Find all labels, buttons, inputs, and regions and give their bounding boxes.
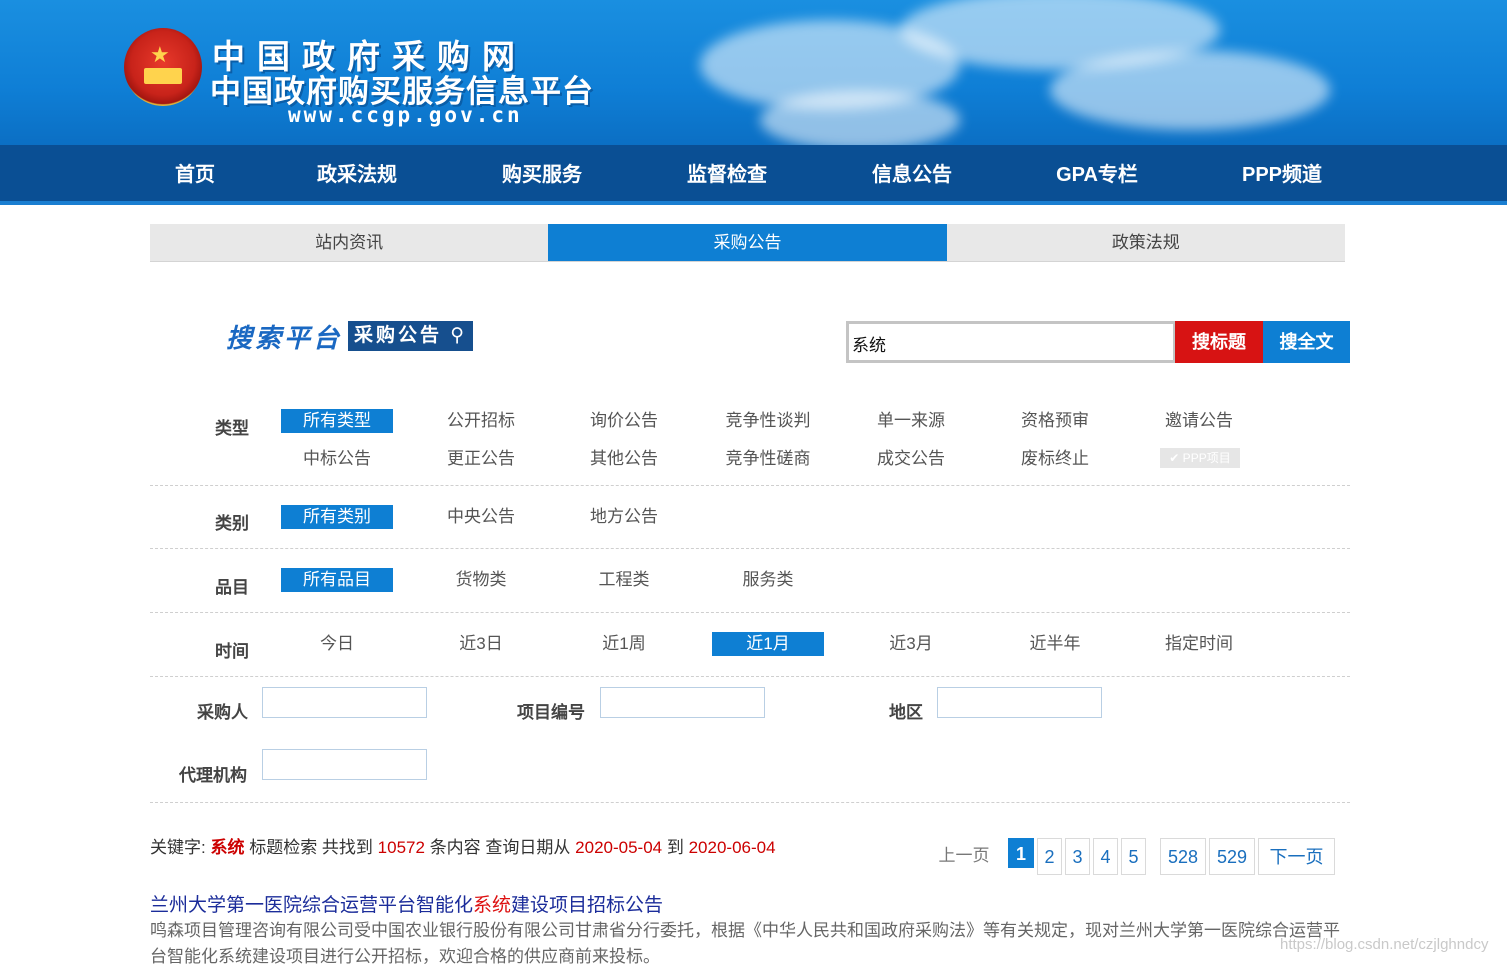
- date-from: 2020-05-04: [575, 838, 663, 857]
- time-option[interactable]: 近3日: [425, 632, 537, 656]
- result-keyword: 系统: [210, 838, 245, 857]
- type-option[interactable]: 单一来源: [855, 409, 967, 433]
- type-option[interactable]: 资格预审: [999, 409, 1111, 433]
- region-input[interactable]: [937, 687, 1102, 718]
- time-option[interactable]: 近半年: [999, 632, 1111, 656]
- type-option[interactable]: 所有类型: [281, 409, 393, 433]
- type-option[interactable]: 公开招标: [425, 409, 537, 433]
- type-option[interactable]: 成交公告: [855, 447, 967, 471]
- buyer-label: 采购人: [197, 703, 248, 722]
- agency-input[interactable]: [262, 749, 427, 780]
- tab-site-news[interactable]: 站内资讯: [150, 224, 549, 262]
- item-option[interactable]: 服务类: [712, 568, 824, 592]
- time-option[interactable]: 近1月: [712, 632, 824, 656]
- pager-page[interactable]: 5: [1121, 838, 1146, 875]
- nav-supervision[interactable]: 监督检查: [662, 145, 792, 205]
- national-emblem-icon: ★: [124, 28, 202, 106]
- search-title-button[interactable]: 搜标题: [1175, 321, 1263, 363]
- watermark: https://blog.csdn.net/czjlghndcy: [1280, 936, 1489, 953]
- date-to: 2020-06-04: [688, 838, 776, 857]
- tab-policies[interactable]: 政策法规: [946, 224, 1345, 262]
- divider: [150, 802, 1350, 803]
- pager-page[interactable]: 2: [1037, 838, 1062, 875]
- type-option[interactable]: 其他公告: [568, 447, 680, 471]
- item-option[interactable]: 货物类: [425, 568, 537, 592]
- time-option[interactable]: 今日: [281, 632, 393, 656]
- time-option[interactable]: 近3月: [855, 632, 967, 656]
- filter-time-label: 时间: [215, 642, 249, 661]
- result-count: 10572: [377, 838, 425, 857]
- site-url: www.ccgp.gov.cn: [288, 103, 523, 127]
- category-option[interactable]: 地方公告: [568, 505, 680, 529]
- category-option[interactable]: 中央公告: [425, 505, 537, 529]
- time-option[interactable]: 近1周: [568, 632, 680, 656]
- pager-page[interactable]: 3: [1065, 838, 1090, 875]
- item-option[interactable]: 工程类: [568, 568, 680, 592]
- divider: [150, 548, 1350, 549]
- type-option[interactable]: 中标公告: [281, 447, 393, 471]
- filter-type-label: 类型: [215, 419, 249, 438]
- type-option[interactable]: 废标终止: [999, 447, 1111, 471]
- search-platform-logo: 搜索平台 采购公告 ⚲: [226, 320, 474, 354]
- nav-gpa[interactable]: GPA专栏: [1032, 145, 1162, 205]
- time-option[interactable]: 指定时间: [1143, 632, 1255, 656]
- type-option[interactable]: 邀请公告: [1143, 409, 1255, 433]
- pager-page-current[interactable]: 1: [1008, 838, 1034, 868]
- main-nav: 首页 政采法规 购买服务 监督检查 信息公告 GPA专栏 PPP频道: [0, 145, 1507, 205]
- search-fulltext-button[interactable]: 搜全文: [1263, 321, 1350, 363]
- site-banner: ★ 中国政府采购网 中国政府购买服务信息平台 www.ccgp.gov.cn: [0, 0, 1507, 145]
- divider: [150, 612, 1350, 613]
- nav-ppp[interactable]: PPP频道: [1217, 145, 1347, 205]
- result-title-link[interactable]: 兰州大学第一医院综合运营平台智能化系统建设项目招标公告: [150, 890, 663, 917]
- item-option[interactable]: 所有品目: [281, 568, 393, 592]
- type-option[interactable]: 竞争性谈判: [712, 409, 824, 433]
- divider: [150, 485, 1350, 486]
- filter-category-label: 类别: [215, 514, 249, 533]
- search-platform-title: 搜索平台: [226, 323, 343, 354]
- pager-prev[interactable]: 上一页: [932, 837, 996, 874]
- category-option[interactable]: 所有类别: [281, 505, 393, 529]
- section-tabs: 站内资讯 采购公告 政策法规: [150, 224, 1345, 262]
- type-option[interactable]: 询价公告: [568, 409, 680, 433]
- region-label: 地区: [889, 703, 923, 722]
- cloud-decoration: [1050, 50, 1330, 130]
- project-number-input[interactable]: [600, 687, 765, 718]
- ppp-project-checkbox[interactable]: ✔ PPP项目: [1160, 448, 1240, 468]
- pager-next[interactable]: 下一页: [1258, 838, 1335, 875]
- nav-announcements[interactable]: 信息公告: [847, 145, 977, 205]
- type-option[interactable]: 更正公告: [425, 447, 537, 471]
- nav-regulations[interactable]: 政采法规: [292, 145, 422, 205]
- result-summary: 关键字: 系统 标题检索 共找到 10572 条内容 查询日期从 2020-05…: [150, 838, 776, 857]
- nav-home[interactable]: 首页: [130, 145, 260, 205]
- agency-label: 代理机构: [179, 766, 247, 785]
- pager-page[interactable]: 528: [1160, 838, 1206, 875]
- tab-procurement-notices[interactable]: 采购公告: [548, 224, 947, 262]
- cloud-decoration: [760, 90, 960, 145]
- search-input[interactable]: 系统: [846, 321, 1176, 363]
- filter-item-label: 品目: [215, 578, 249, 597]
- project-number-label: 项目编号: [517, 703, 585, 722]
- result-description: 鸣森项目管理咨询有限公司受中国农业银行股份有限公司甘肃省分行委托，根据《中华人民…: [150, 921, 1340, 965]
- search-platform-badge: 采购公告 ⚲: [348, 321, 474, 351]
- divider: [150, 676, 1350, 677]
- pager-page[interactable]: 4: [1093, 838, 1118, 875]
- buyer-input[interactable]: [262, 687, 427, 718]
- type-option[interactable]: 竞争性磋商: [712, 447, 824, 471]
- pager-page[interactable]: 529: [1209, 838, 1255, 875]
- nav-purchase-services[interactable]: 购买服务: [477, 145, 607, 205]
- search-icon: ⚲: [442, 325, 468, 346]
